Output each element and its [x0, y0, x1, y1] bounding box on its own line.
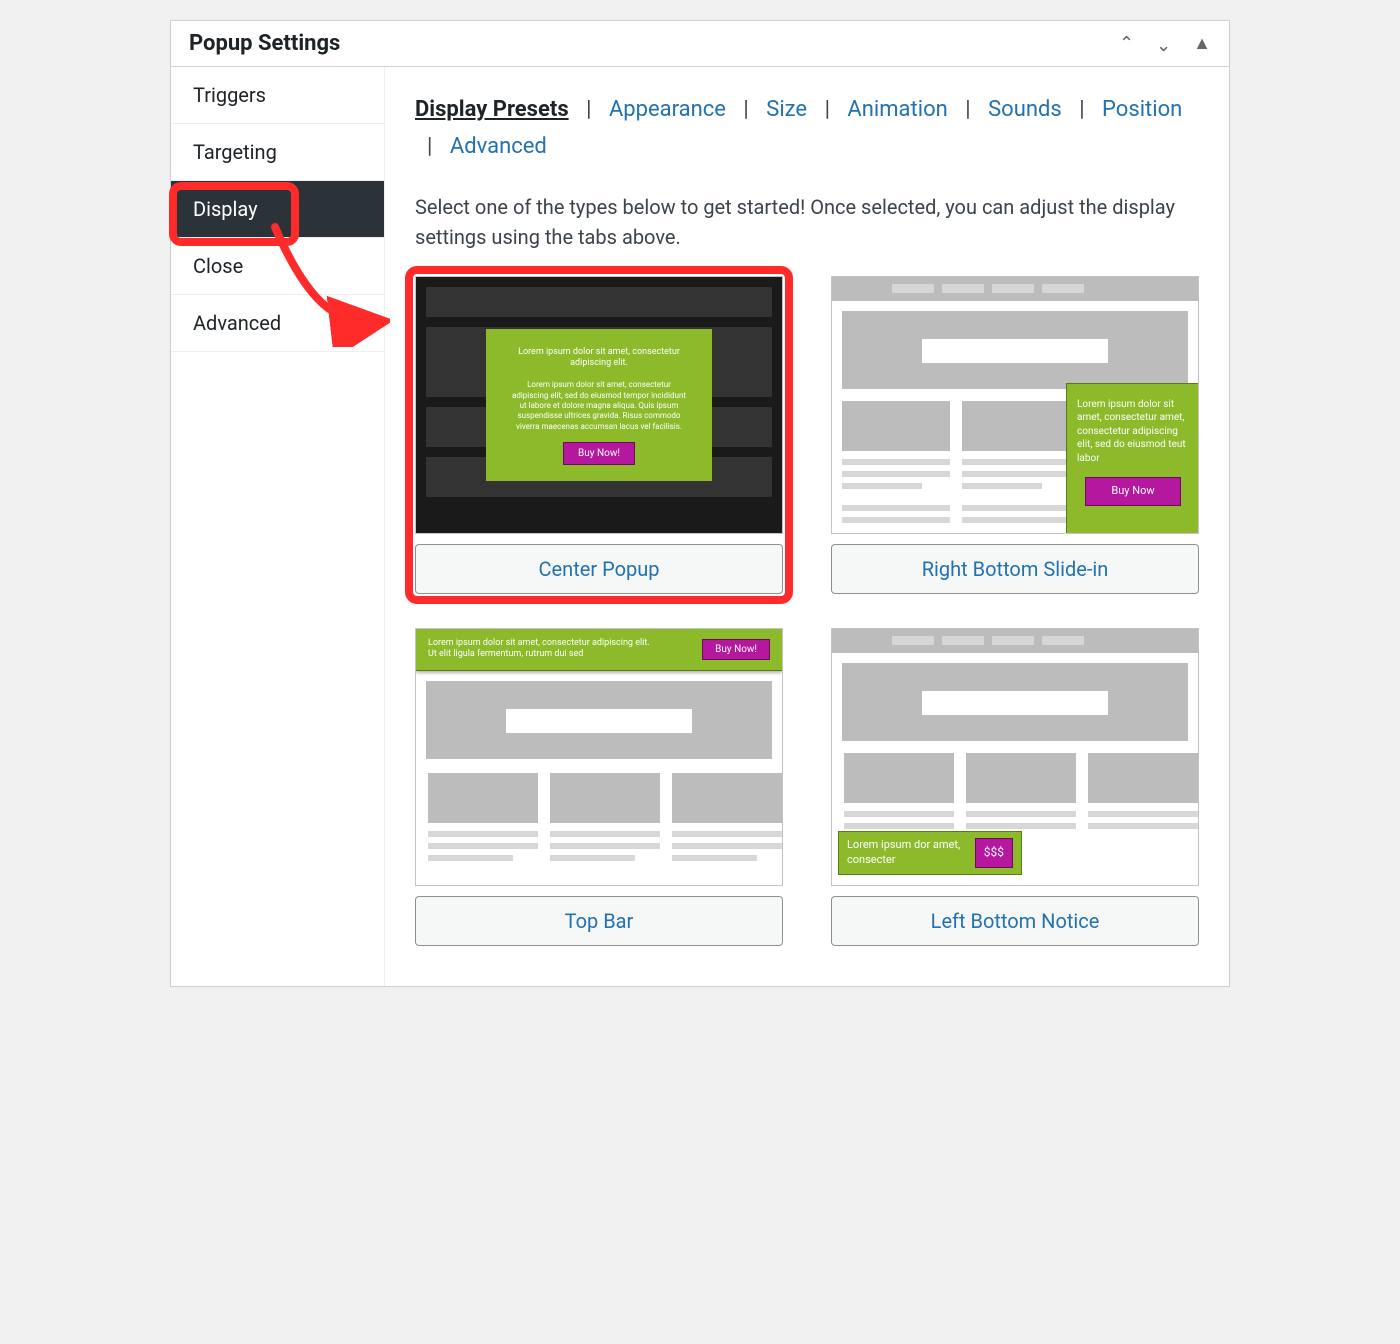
popup-mock: Lorem ipsum dor amet, consecter $$$	[838, 831, 1022, 875]
display-tabs: Display Presets | Appearance | Size | An…	[415, 91, 1199, 166]
preset-label[interactable]: Center Popup	[415, 544, 783, 594]
sidebar-item-label: Close	[193, 254, 243, 278]
sidebar-item-label: Triggers	[193, 83, 266, 107]
preset-right-bottom-slidein[interactable]: Lorem ipsum dolor sit amet, consectetur …	[831, 276, 1199, 594]
tab-animation[interactable]: Animation	[847, 97, 947, 122]
preset-thumb: Lorem ipsum dolor sit amet, consectetur …	[831, 276, 1199, 534]
popup-body: Lorem ipsum dolor sit amet, consectetur …	[510, 380, 688, 432]
preset-thumb: Lorem ipsum dor amet, consecter $$$	[831, 628, 1199, 886]
popup-mock: Lorem ipsum dolor sit amet, consectetur …	[486, 329, 712, 481]
tab-appearance[interactable]: Appearance	[609, 97, 726, 122]
popup-heading: Lorem ipsum dolor sit amet, consectetur …	[510, 347, 688, 370]
preset-center-popup[interactable]: Lorem ipsum dolor sit amet, consectetur …	[415, 276, 783, 594]
preset-thumb: Lorem ipsum dolor sit amet, consectetur …	[415, 628, 783, 886]
sidebar-item-targeting[interactable]: Targeting	[171, 124, 384, 181]
popup-cta-button: Buy Now!	[702, 639, 770, 660]
sidebar-item-label: Advanced	[193, 311, 281, 335]
chevron-down-icon[interactable]: ⌃	[1156, 33, 1171, 54]
sidebar-item-advanced[interactable]: Advanced	[171, 295, 384, 352]
preset-left-bottom-notice[interactable]: Lorem ipsum dor amet, consecter $$$ Left…	[831, 628, 1199, 946]
popup-mock: Lorem ipsum dolor sit amet, consectetur …	[1066, 383, 1199, 534]
preset-label[interactable]: Left Bottom Notice	[831, 896, 1199, 946]
sidebar-item-triggers[interactable]: Triggers	[171, 67, 384, 124]
popup-cta-button: Buy Now	[1085, 477, 1181, 506]
popup-body: Lorem ipsum dor amet, consecter	[847, 838, 965, 867]
settings-content: Display Presets | Appearance | Size | An…	[385, 67, 1229, 986]
sidebar-item-close[interactable]: Close	[171, 238, 384, 295]
panel-controls: ⌃ ⌃ ▲	[1119, 33, 1211, 54]
tab-sounds[interactable]: Sounds	[988, 97, 1062, 122]
popup-badge: $$$	[975, 838, 1013, 868]
settings-sidebar: Triggers Targeting Display Close Advance…	[171, 67, 385, 986]
presets-grid: Lorem ipsum dolor sit amet, consectetur …	[415, 276, 1199, 946]
popup-body: Lorem ipsum dolor sit amet, consectetur …	[1077, 398, 1189, 466]
popup-line1: Lorem ipsum dolor sit amet, consectetur …	[428, 638, 650, 650]
tab-position[interactable]: Position	[1102, 97, 1182, 122]
intro-text: Select one of the types below to get sta…	[415, 192, 1199, 252]
sidebar-item-label: Targeting	[193, 140, 277, 164]
popup-mock: Lorem ipsum dolor sit amet, consectetur …	[416, 629, 782, 671]
preset-label[interactable]: Right Bottom Slide-in	[831, 544, 1199, 594]
popup-settings-panel: Popup Settings ⌃ ⌃ ▲ Triggers Targeting …	[170, 20, 1230, 987]
preset-thumb: Lorem ipsum dolor sit amet, consectetur …	[415, 276, 783, 534]
preset-label[interactable]: Top Bar	[415, 896, 783, 946]
preset-top-bar[interactable]: Lorem ipsum dolor sit amet, consectetur …	[415, 628, 783, 946]
tab-size[interactable]: Size	[766, 97, 807, 122]
popup-cta-button: Buy Now!	[563, 442, 635, 465]
chevron-up-icon[interactable]: ⌃	[1119, 33, 1134, 54]
sidebar-item-display[interactable]: Display	[171, 181, 384, 238]
collapse-icon[interactable]: ▲	[1193, 33, 1211, 54]
panel-title: Popup Settings	[189, 31, 340, 56]
sidebar-item-label: Display	[193, 197, 258, 221]
popup-line2: Ut elit ligula fermentum, rutrum dui sed	[428, 649, 650, 661]
panel-header: Popup Settings ⌃ ⌃ ▲	[171, 21, 1229, 67]
tab-advanced[interactable]: Advanced	[450, 134, 547, 159]
tab-display-presets[interactable]: Display Presets	[415, 97, 569, 122]
